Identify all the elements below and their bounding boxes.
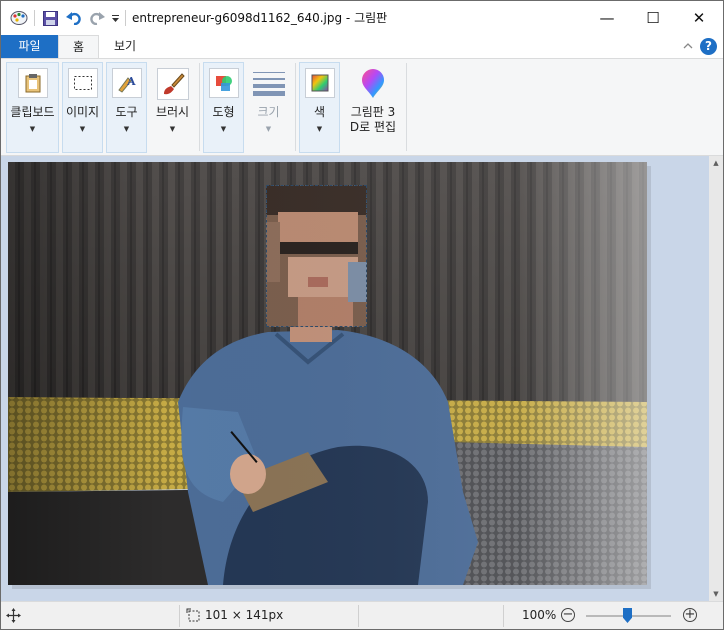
- tools-label: 도구: [115, 105, 138, 119]
- clipboard-icon: [17, 68, 48, 98]
- zoom-in-button[interactable]: +: [683, 608, 697, 622]
- scroll-down-icon[interactable]: ▼: [709, 587, 723, 601]
- ribbon-separator: [199, 63, 200, 151]
- color-label: 색: [313, 105, 326, 119]
- title-bar: entrepreneur-g6098d1162_640.jpg - 그림판 — …: [1, 1, 723, 35]
- ribbon: 클립보드 ▼ 이미지 ▼ A 도구 ▼ 브러시 ▼ 도형 ▼ 크기 ▼ 색 ▼ …: [1, 58, 723, 156]
- chevron-down-icon: ▼: [123, 125, 130, 133]
- chevron-down-icon: ▼: [265, 125, 272, 133]
- status-divider: [358, 605, 359, 627]
- clipboard-label: 클립보드: [10, 105, 55, 119]
- undo-arrow-icon[interactable]: [63, 1, 85, 35]
- selection-rectangle[interactable]: [266, 185, 367, 327]
- minimize-icon: —: [599, 9, 615, 27]
- tools-icon: A: [111, 68, 142, 98]
- tools-group[interactable]: A 도구 ▼: [106, 62, 147, 153]
- chevron-down-icon: ▼: [220, 125, 227, 133]
- status-divider: [503, 605, 504, 627]
- brushes-group[interactable]: 브러시 ▼: [150, 62, 195, 153]
- status-bar: 101 × 141px 100% − +: [1, 601, 723, 629]
- vertical-scrollbar[interactable]: ▲ ▼: [709, 156, 723, 601]
- qa-separator: [125, 10, 126, 26]
- zoom-slider-thumb[interactable]: [623, 608, 632, 623]
- shapes-icon: [208, 68, 239, 98]
- paint-3d-icon: [357, 68, 389, 100]
- ribbon-separator: [406, 63, 407, 151]
- selection-size-text: 101 × 141px: [205, 608, 284, 622]
- image-canvas[interactable]: [8, 162, 647, 585]
- collapse-ribbon-icon[interactable]: [682, 40, 694, 52]
- selection-size-icon: [186, 608, 201, 623]
- chevron-down-icon: ▼: [29, 125, 36, 133]
- maximize-icon: ☐: [646, 9, 660, 27]
- size-group[interactable]: 크기 ▼: [248, 62, 289, 153]
- minus-icon: −: [562, 607, 574, 622]
- line-size-icon: [252, 68, 286, 98]
- minimize-button[interactable]: —: [584, 1, 630, 35]
- brush-icon: [156, 68, 189, 100]
- paint-palette-icon[interactable]: [7, 1, 31, 35]
- ribbon-separator: [295, 63, 296, 151]
- scroll-up-icon[interactable]: ▲: [709, 156, 723, 170]
- chevron-down-icon: ▼: [169, 125, 176, 133]
- canvas-workspace: ▲ ▼: [1, 156, 723, 601]
- zoom-percent: 100%: [522, 608, 557, 622]
- zoom-out-button[interactable]: −: [561, 608, 575, 622]
- shapes-label: 도형: [212, 105, 235, 119]
- paint3d-group[interactable]: 그림판 3 D로 편집: [344, 62, 402, 153]
- help-icon[interactable]: ?: [700, 38, 717, 55]
- status-divider: [179, 605, 180, 627]
- tab-view[interactable]: 보기: [99, 35, 151, 58]
- customize-dropdown-icon[interactable]: [108, 1, 122, 35]
- redo-arrow-icon[interactable]: [86, 1, 108, 35]
- chevron-down-icon: ▼: [316, 125, 323, 133]
- qa-separator: [34, 10, 35, 26]
- brushes-label: 브러시: [155, 105, 190, 119]
- select-icon: [67, 68, 98, 98]
- shapes-group[interactable]: 도형 ▼: [203, 62, 244, 153]
- close-icon: ✕: [692, 9, 706, 27]
- window-title: entrepreneur-g6098d1162_640.jpg - 그림판: [132, 11, 388, 25]
- color-group[interactable]: 색 ▼: [299, 62, 340, 153]
- image-group[interactable]: 이미지 ▼: [62, 62, 103, 153]
- ribbon-tabs: 파일 홈 보기 ?: [1, 35, 723, 58]
- svg-text:A: A: [126, 75, 136, 88]
- color-palette-icon: [304, 68, 335, 98]
- paint-window: entrepreneur-g6098d1162_640.jpg - 그림판 — …: [0, 0, 724, 630]
- close-button[interactable]: ✕: [676, 1, 722, 35]
- clipboard-group[interactable]: 클립보드 ▼: [6, 62, 59, 153]
- save-disk-icon[interactable]: [39, 1, 61, 35]
- paint3d-label: 그림판 3 D로 편집: [349, 105, 397, 134]
- tab-file[interactable]: 파일: [1, 35, 58, 58]
- chevron-down-icon: ▼: [79, 125, 86, 133]
- plus-icon: +: [684, 607, 696, 622]
- image-label: 이미지: [65, 105, 100, 119]
- move-crosshair-icon: [6, 608, 21, 623]
- size-label: 크기: [257, 105, 280, 119]
- maximize-button[interactable]: ☐: [630, 1, 676, 35]
- tab-home[interactable]: 홈: [58, 35, 99, 58]
